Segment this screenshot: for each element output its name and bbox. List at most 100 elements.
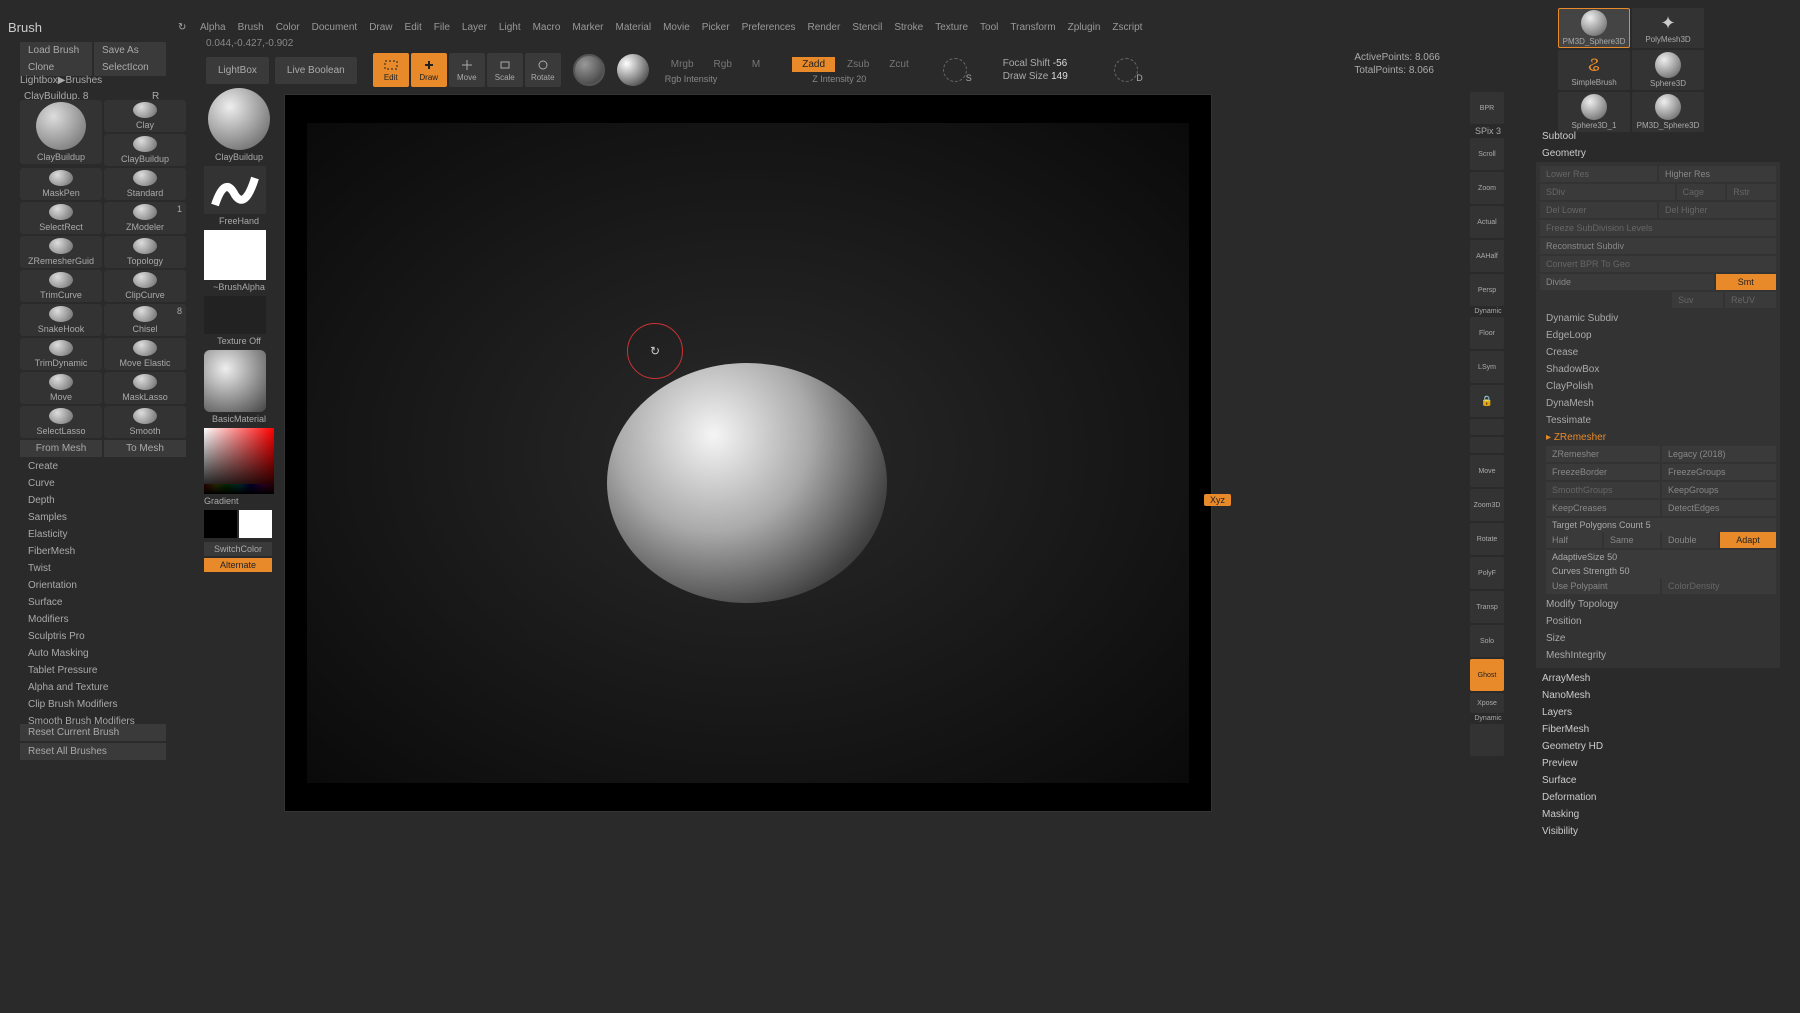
brush-standard[interactable]: Standard	[104, 168, 186, 200]
menu-alpha[interactable]: Alpha	[200, 22, 226, 33]
menu-marker[interactable]: Marker	[572, 22, 603, 33]
mrgb-button[interactable]: Mrgb	[665, 57, 700, 72]
higher-res-button[interactable]: Higher Res	[1659, 166, 1776, 182]
xpose-button[interactable]	[1470, 724, 1504, 756]
brush-claybuildup[interactable]: ClayBuildup	[104, 134, 186, 166]
tool-thumb-sphere3d[interactable]: Sphere3D	[1632, 50, 1704, 90]
brush-selectlasso[interactable]: SelectLasso	[20, 406, 102, 438]
draw-size-slider[interactable]: Draw Size 149	[1003, 71, 1068, 82]
menu-edit[interactable]: Edit	[405, 22, 422, 33]
brush-preview-icon[interactable]	[573, 54, 605, 86]
move-mode-button[interactable]: Move	[449, 53, 485, 87]
stroke-thumbnail[interactable]	[204, 166, 266, 214]
freeze-subdiv-button[interactable]: Freeze SubDivision Levels	[1540, 220, 1776, 236]
color-density-slider[interactable]: ColorDensity	[1662, 578, 1776, 594]
brush-chisel[interactable]: Chisel8	[104, 304, 186, 336]
keep-creases-button[interactable]: KeepCreases	[1546, 500, 1660, 516]
brush-clipcurve[interactable]: ClipCurve	[104, 270, 186, 302]
polyf-button[interactable]: Transp	[1470, 591, 1504, 623]
dynamic-subdiv-section[interactable]: Dynamic Subdiv	[1540, 310, 1776, 327]
material-thumbnail[interactable]	[204, 350, 266, 412]
ghost-button[interactable]: Ghost	[1470, 659, 1504, 691]
save-as-button[interactable]: Save As	[94, 42, 166, 59]
hue-bar[interactable]	[204, 484, 274, 494]
menu-draw[interactable]: Draw	[369, 22, 392, 33]
menu-document[interactable]: Document	[312, 22, 358, 33]
alpha-thumbnail[interactable]	[204, 230, 266, 280]
menu-tool[interactable]: Tool	[980, 22, 998, 33]
transp-button[interactable]: Solo	[1470, 625, 1504, 657]
alternate-button[interactable]: Alternate	[204, 558, 272, 572]
expand-tablet-pressure[interactable]: Tablet Pressure	[28, 662, 135, 679]
keep-groups-button[interactable]: KeepGroups	[1662, 482, 1776, 498]
brush-move elastic[interactable]: Move Elastic	[104, 338, 186, 370]
gradient-label[interactable]: Gradient	[204, 496, 274, 506]
expand-surface[interactable]: Surface	[28, 594, 135, 611]
section-nanomesh[interactable]: NanoMesh	[1536, 687, 1780, 704]
rgb-button[interactable]: Rgb	[708, 57, 738, 72]
divide-button[interactable]: Divide	[1540, 274, 1714, 290]
subtool-section[interactable]: Subtool	[1536, 128, 1780, 145]
move-view-button[interactable]: Zoom3D	[1470, 489, 1504, 521]
solo-button[interactable]: Xpose	[1470, 693, 1504, 713]
zremesher-button[interactable]: ZRemesher	[1546, 446, 1660, 462]
sphere-mesh[interactable]	[607, 363, 887, 603]
curves-strength-slider[interactable]: Curves Strength 50	[1546, 564, 1776, 578]
expand-fibermesh[interactable]: FiberMesh	[28, 543, 135, 560]
expand-modifiers[interactable]: Modifiers	[28, 611, 135, 628]
geometry-section[interactable]: Geometry	[1536, 145, 1780, 162]
s-dial[interactable]: S	[943, 58, 967, 82]
scale-mode-button[interactable]: Scale	[487, 53, 523, 87]
zcut-button[interactable]: Zcut	[881, 57, 916, 72]
focal-shift-slider[interactable]: Focal Shift -56	[1003, 58, 1068, 69]
axis-y-button[interactable]	[1470, 419, 1504, 435]
brush-trimdynamic[interactable]: TrimDynamic	[20, 338, 102, 370]
clone-button[interactable]: Clone	[20, 59, 92, 76]
size-section[interactable]: Size	[1540, 630, 1776, 647]
to-mesh-button[interactable]: To Mesh	[104, 440, 186, 457]
load-brush-button[interactable]: Load Brush	[20, 42, 92, 59]
adapt-button[interactable]: Adapt	[1720, 532, 1776, 548]
brush-topology[interactable]: Topology	[104, 236, 186, 268]
menu-stencil[interactable]: Stencil	[852, 22, 882, 33]
frame-button[interactable]: Move	[1470, 455, 1504, 487]
menu-brush[interactable]: Brush	[238, 22, 264, 33]
reuv-button[interactable]: ReUV	[1725, 292, 1776, 308]
expand-clip-brush-modifiers[interactable]: Clip Brush Modifiers	[28, 696, 135, 713]
lock-button[interactable]: 🔒	[1470, 385, 1504, 417]
adaptive-size-slider[interactable]: AdaptiveSize 50	[1546, 550, 1776, 564]
lightbox-button[interactable]: LightBox	[206, 57, 269, 84]
section-arraymesh[interactable]: ArrayMesh	[1536, 670, 1780, 687]
dynamesh-section[interactable]: DynaMesh	[1540, 395, 1776, 412]
convert-bpr-button[interactable]: Convert BPR To Geo	[1540, 256, 1776, 272]
section-deformation[interactable]: Deformation	[1536, 789, 1780, 806]
same-button[interactable]: Same	[1604, 532, 1660, 548]
expand-curve[interactable]: Curve	[28, 475, 135, 492]
zoom3d-button[interactable]: Rotate	[1470, 523, 1504, 555]
expand-auto-masking[interactable]: Auto Masking	[28, 645, 135, 662]
modify-topology-section[interactable]: Modify Topology	[1540, 596, 1776, 613]
sdiv-slider[interactable]: SDiv	[1540, 184, 1675, 200]
expand-depth[interactable]: Depth	[28, 492, 135, 509]
brush-selectrect[interactable]: SelectRect	[20, 202, 102, 234]
shadowbox-section[interactable]: ShadowBox	[1540, 361, 1776, 378]
use-polypaint-button[interactable]: Use Polypaint	[1546, 578, 1660, 594]
menu-zscript[interactable]: Zscript	[1112, 22, 1142, 33]
z-intensity-slider[interactable]: Z Intensity 20	[812, 74, 916, 84]
switch-color-button[interactable]: SwitchColor	[204, 542, 272, 556]
texture-thumbnail[interactable]	[204, 296, 266, 334]
xyz-button[interactable]: Xyz	[1204, 494, 1231, 506]
expand-sculptris-pro[interactable]: Sculptris Pro	[28, 628, 135, 645]
menu-file[interactable]: File	[434, 22, 450, 33]
tool-thumb-pm3d_sphere3d[interactable]: PM3D_Sphere3D	[1632, 92, 1704, 132]
expand-twist[interactable]: Twist	[28, 560, 135, 577]
persp-button[interactable]: Persp	[1470, 274, 1504, 306]
double-button[interactable]: Double	[1662, 532, 1718, 548]
brush-maskpen[interactable]: MaskPen	[20, 168, 102, 200]
mesh-integrity-section[interactable]: MeshIntegrity	[1540, 647, 1776, 664]
legacy-button[interactable]: Legacy (2018)	[1662, 446, 1776, 462]
section-masking[interactable]: Masking	[1536, 806, 1780, 823]
reset-all-brushes-button[interactable]: Reset All Brushes	[20, 743, 166, 760]
claypolish-section[interactable]: ClayPolish	[1540, 378, 1776, 395]
edit-mode-button[interactable]: Edit	[373, 53, 409, 87]
